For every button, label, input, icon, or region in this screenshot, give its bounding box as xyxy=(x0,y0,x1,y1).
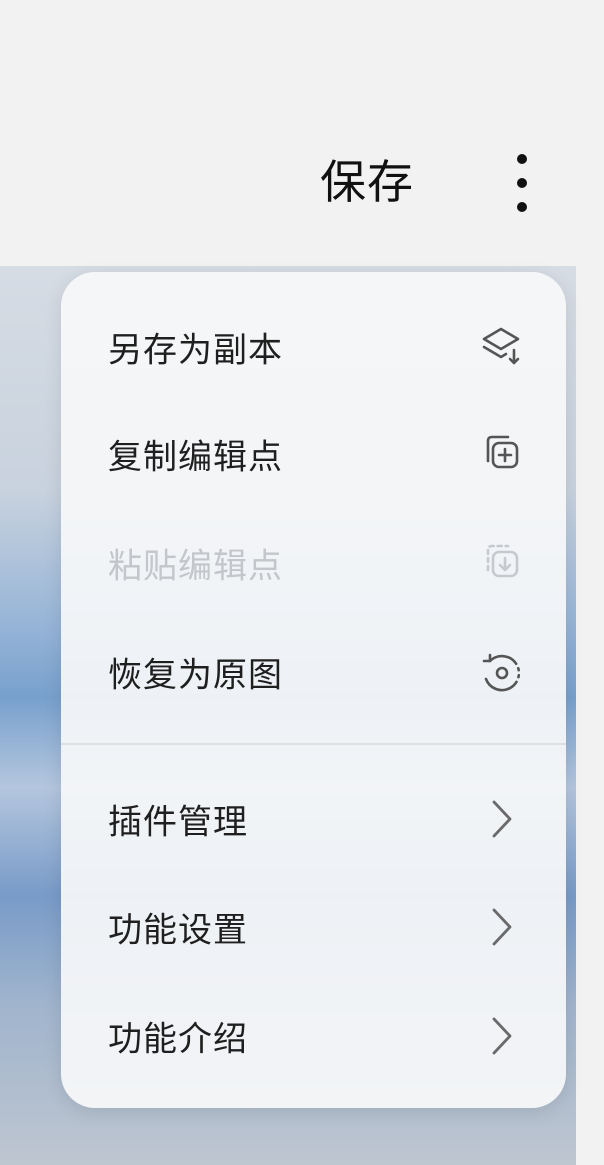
menu-item-label: 复制编辑点 xyxy=(108,437,283,478)
menu-item-label: 功能设置 xyxy=(108,910,248,951)
menu-item-revert-original[interactable]: 恢复为原图 xyxy=(61,618,566,726)
menu-item-copy-edits[interactable]: 复制编辑点 xyxy=(61,400,566,508)
menu-item-label: 插件管理 xyxy=(108,802,248,843)
save-copy-icon xyxy=(482,327,520,365)
menu-item-feature-intro[interactable]: 功能介绍 xyxy=(61,982,566,1090)
menu-item-plugin-management[interactable]: 插件管理 xyxy=(61,765,566,873)
chevron-right-icon xyxy=(492,800,512,838)
overflow-menu: 另存为副本 复制编辑点 粘贴编辑点 恢复为原图 插件管理 功能设置 功能介绍 xyxy=(61,272,566,1108)
copy-edits-icon xyxy=(486,435,519,469)
save-button[interactable]: 保存 xyxy=(320,152,414,212)
menu-item-label: 恢复为原图 xyxy=(108,655,283,696)
top-bar: 保存 xyxy=(0,0,604,266)
menu-divider xyxy=(61,743,566,745)
menu-item-save-as-copy[interactable]: 另存为副本 xyxy=(61,293,566,401)
menu-item-label: 粘贴编辑点 xyxy=(108,546,283,587)
menu-item-label: 另存为副本 xyxy=(108,330,283,371)
revert-icon xyxy=(482,653,521,692)
chevron-right-icon xyxy=(492,1017,512,1055)
right-margin xyxy=(576,266,604,1165)
menu-item-paste-edits: 粘贴编辑点 xyxy=(61,509,566,617)
paste-edits-icon xyxy=(486,544,519,578)
menu-item-label: 功能介绍 xyxy=(108,1019,248,1060)
menu-item-feature-settings[interactable]: 功能设置 xyxy=(61,873,566,981)
more-options-button[interactable] xyxy=(500,148,544,218)
more-vertical-icon xyxy=(517,154,527,212)
chevron-right-icon xyxy=(492,908,512,946)
